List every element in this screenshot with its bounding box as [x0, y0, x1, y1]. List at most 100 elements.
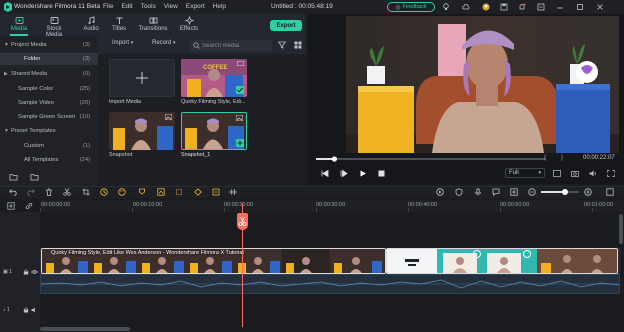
cloud-icon[interactable] [462, 3, 470, 11]
menu-view[interactable]: View [164, 3, 178, 10]
sidebar-item-sample-green-screen[interactable]: Sample Green Screen (10) [0, 111, 98, 123]
fullscreen-icon[interactable] [607, 170, 615, 177]
voiceover-icon[interactable] [492, 188, 500, 196]
clip-filmstrip [387, 249, 617, 273]
import-dropdown[interactable]: Import ▾ [112, 40, 133, 46]
menu-tools[interactable]: Tools [141, 3, 156, 10]
mark-out-icon[interactable]: } [561, 155, 563, 161]
play-icon[interactable] [359, 170, 367, 177]
media-thumbnail-snapshot[interactable] [109, 112, 175, 150]
menu-help[interactable]: Help [213, 3, 226, 10]
horizontal-scrollbar[interactable] [40, 327, 130, 331]
mark-in-icon[interactable]: { [544, 155, 546, 161]
link-icon[interactable] [25, 202, 33, 210]
lock-icon[interactable] [23, 307, 29, 313]
sidebar-item-folder[interactable]: Folder (3) [0, 53, 98, 65]
transitions-icon [149, 16, 158, 25]
zoom-fit-icon[interactable] [606, 188, 614, 196]
step-back-icon[interactable] [321, 170, 329, 177]
account-icon[interactable] [482, 3, 490, 11]
zoom-slider-handle[interactable] [562, 189, 568, 195]
media-thumbnail-quirky[interactable]: COFFEE [181, 59, 247, 97]
import-media-tile[interactable] [109, 59, 175, 97]
tab-media[interactable]: Media [4, 15, 34, 36]
previous-frame-icon[interactable] [340, 170, 348, 177]
volume-icon[interactable] [589, 170, 597, 177]
save-icon[interactable] [500, 3, 508, 11]
delete-icon[interactable] [45, 188, 53, 196]
grid-view-icon[interactable] [294, 41, 302, 49]
sidebar-item-shared-media[interactable]: ▶ Shared Media (0) [0, 68, 98, 80]
minimize-icon[interactable] [537, 3, 545, 11]
quality-select[interactable]: Full ▾ [505, 168, 545, 178]
media-sidebar: ▼ Project Media (3) Folder (3) ▶ Shared … [0, 36, 98, 186]
tab-effects[interactable]: Effects [174, 15, 204, 35]
crop-icon[interactable] [82, 188, 90, 196]
new-folder-icon[interactable] [9, 173, 18, 181]
marker-icon[interactable] [138, 188, 146, 196]
vertical-scrollbar[interactable] [619, 214, 623, 244]
media-label-snapshot: Snapshot [109, 152, 133, 158]
menu-edit[interactable]: Edit [121, 3, 132, 10]
checkbox-icon[interactable] [236, 86, 244, 94]
menu-export[interactable]: Export [186, 3, 205, 10]
color-palette-icon[interactable] [118, 188, 126, 196]
window-minimize-icon[interactable] [556, 3, 564, 11]
ruler-label: 00:00:30:00 [316, 202, 346, 208]
shield-icon[interactable] [455, 188, 463, 196]
media-thumbnail-snapshot-1[interactable] [181, 112, 247, 150]
sidebar-item-custom[interactable]: Custom (1) [0, 140, 98, 152]
eye-icon[interactable] [31, 269, 38, 275]
video-clip[interactable] [386, 248, 618, 274]
tab-stock-media[interactable]: Stock Media [38, 15, 70, 38]
split-scissors-icon[interactable] [63, 188, 71, 196]
add-to-timeline-icon[interactable] [236, 139, 244, 147]
window-close-icon[interactable] [596, 3, 604, 11]
filter-icon[interactable] [278, 41, 286, 49]
lock-icon[interactable] [23, 269, 29, 275]
sidebar-item-preset-templates[interactable]: ▼ Preset Templates [0, 125, 98, 137]
snapshot-camera-icon[interactable] [571, 170, 579, 177]
sidebar-item-sample-video[interactable]: Sample Video (20) [0, 97, 98, 109]
sidebar-item-all-templates[interactable]: All Templates (24) [0, 154, 98, 166]
add-track-icon[interactable] [7, 202, 15, 210]
menu-file[interactable]: File [103, 3, 113, 10]
feedback-button[interactable]: ◎ Feedback [387, 2, 435, 12]
green-screen-icon[interactable] [157, 188, 165, 196]
playhead-handle[interactable] [237, 213, 248, 230]
undo-icon[interactable] [9, 188, 17, 196]
media-icon [15, 16, 24, 25]
audio-track[interactable] [40, 274, 620, 294]
zoom-out-icon[interactable] [528, 188, 536, 196]
stop-icon[interactable] [378, 170, 385, 177]
preview-scrubber[interactable] [316, 156, 546, 162]
microphone-icon[interactable] [474, 188, 482, 196]
tab-transitions[interactable]: Transitions [136, 15, 170, 35]
audio-waveform-icon[interactable] [229, 188, 237, 196]
sidebar-item-project-media[interactable]: ▼ Project Media (3) [0, 39, 98, 51]
redo-icon[interactable] [27, 188, 35, 196]
speed-icon[interactable] [100, 188, 108, 196]
export-button[interactable]: Export [270, 20, 302, 31]
lightbulb-icon[interactable] [442, 3, 450, 11]
fit-icon[interactable] [212, 188, 220, 196]
speaker-icon[interactable] [31, 307, 38, 313]
render-preview-icon[interactable] [553, 170, 561, 177]
sidebar-item-label: Shared Media [11, 71, 48, 77]
keyframe-icon[interactable] [194, 188, 202, 196]
video-preview[interactable] [346, 16, 619, 153]
folder-icon[interactable] [30, 173, 39, 181]
video-clip[interactable]: Quirky Filming Style, Edit Like Wes Ande… [41, 248, 386, 274]
window-maximize-icon[interactable] [576, 3, 584, 11]
zoom-in-icon[interactable] [584, 188, 592, 196]
record-dropdown[interactable]: Record ▾ [152, 40, 176, 46]
search-input[interactable] [202, 40, 270, 51]
tab-titles[interactable]: Titles [104, 15, 134, 35]
render-icon[interactable] [436, 188, 444, 196]
snap-icon[interactable] [510, 188, 518, 196]
stabilize-icon[interactable] [175, 188, 183, 196]
sidebar-item-sample-color[interactable]: Sample Color (25) [0, 83, 98, 95]
tab-audio[interactable]: Audio [76, 15, 106, 35]
scrubber-handle[interactable] [331, 156, 337, 162]
notification-icon[interactable] [518, 3, 526, 11]
